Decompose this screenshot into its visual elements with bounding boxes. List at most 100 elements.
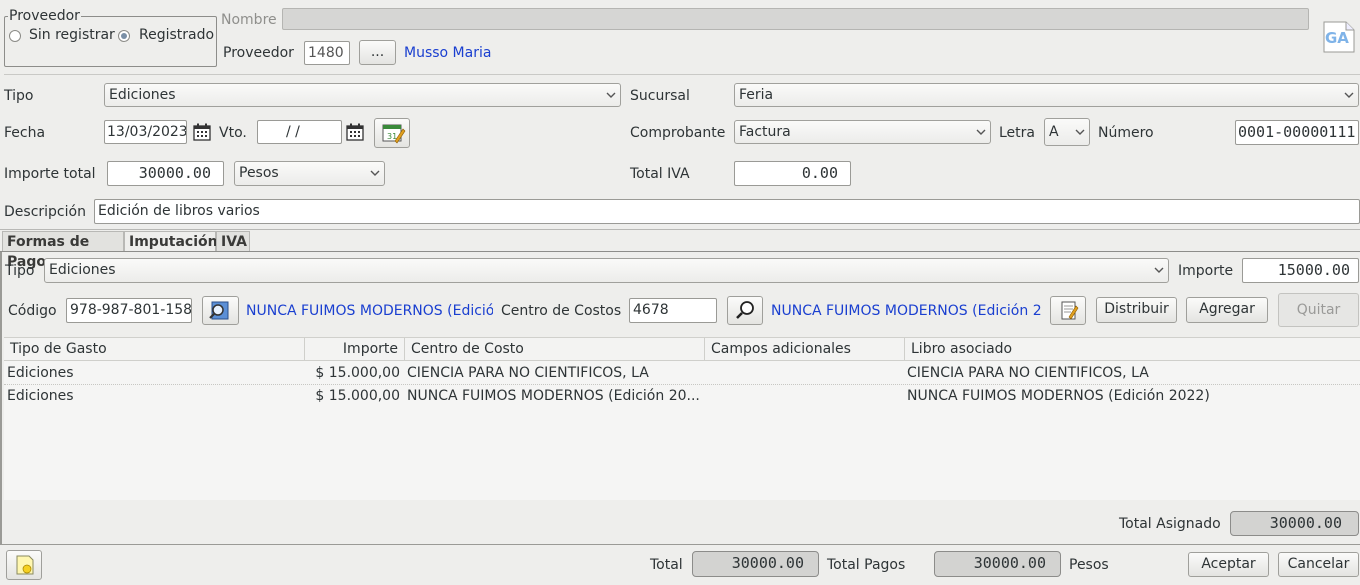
descripcion-field[interactable]: Edición de libros varios [94,199,1360,224]
book-search-icon [209,301,229,320]
aceptar-button[interactable]: Aceptar [1188,552,1269,577]
tipo-combo-value: Ediciones [109,87,176,103]
total-iva-field[interactable]: 0.00 [734,161,851,186]
numero-field[interactable]: 0001-00000111 [1235,120,1359,145]
total-asignado-label: Total Asignado [1119,516,1221,532]
column-header[interactable]: Centro de Costo [405,338,705,361]
cancelar-button[interactable]: Cancelar [1278,552,1359,577]
logo-text: GA [1325,29,1349,47]
sucursal-label: Sucursal [630,88,690,104]
tabs-top-line [0,229,1360,230]
total-pagos-label: Total Pagos [827,557,906,573]
comprobante-combo[interactable]: Factura [734,120,991,144]
tipo-combo[interactable]: Ediciones [104,83,621,107]
cell-importe: $ 15.000,00 [315,365,400,381]
tabs-bottom-line [0,251,1360,252]
centro-costos-label: Centro de Costos [501,303,622,319]
tab-panel-border [0,252,2,544]
tab-iva[interactable]: IVA [216,231,250,252]
imp-importe-label: Importe [1178,263,1234,279]
footer-moneda-label: Pesos [1069,557,1109,573]
letra-label: Letra [999,125,1035,141]
vto-calendar-icon[interactable] [345,122,365,142]
calendar-edit-button[interactable]: 31 [374,118,410,148]
tipo-label: Tipo [4,88,34,104]
imp-tipo-label: Tipo [5,263,35,279]
comprobante-label: Comprobante [630,125,726,141]
proveedor-label: Proveedor [223,45,294,61]
importe-total-field[interactable]: 30000.00 [107,161,224,186]
letra-combo-value: A [1049,124,1059,140]
sucursal-combo[interactable]: Feria [734,83,1359,107]
agregar-button[interactable]: Agregar [1186,297,1268,323]
imp-tipo-combo[interactable]: Ediciones [44,258,1169,283]
column-header[interactable]: Campos adicionales [705,338,905,361]
chevron-down-icon [1344,92,1354,98]
cell-centro: NUNCA FUIMOS MODERNOS (Edición 20... [407,388,700,404]
quitar-button: Quitar [1278,293,1359,327]
chevron-down-icon [1075,129,1085,135]
sucursal-combo-value: Feria [739,87,774,103]
imp-importe-field[interactable]: 15000.00 [1242,258,1359,283]
cell-importe: $ 15.000,00 [315,388,400,404]
table-row[interactable]: Ediciones $ 15.000,00 NUNCA FUIMOS MODER… [4,385,1360,408]
table-row[interactable]: Ediciones $ 15.000,00 CIENCIA PARA NO CI… [4,362,1360,385]
proveedor-group-label: Proveedor [8,7,81,25]
radio-sin-registrar[interactable] [9,30,21,42]
total-asignado-field: 30000.00 [1230,511,1359,536]
cell-libro: NUNCA FUIMOS MODERNOS (Edición 2022) [907,388,1210,404]
vto-field[interactable]: / / [257,120,342,144]
cell-centro: CIENCIA PARA NO CIENTIFICOS, LA [407,365,649,381]
letra-combo[interactable]: A [1044,118,1090,146]
centro-search-button[interactable] [727,296,763,325]
chevron-down-icon [370,170,380,176]
column-header[interactable]: Importe [305,338,405,361]
nombre-label: Nombre [221,12,277,28]
fecha-field[interactable]: 13/03/2023 [104,120,187,144]
radio-registrado[interactable] [118,30,130,42]
tab-formas-de-pago[interactable]: Formas de Pago [2,231,124,270]
importe-total-label: Importe total [4,166,96,182]
nombre-field [282,8,1309,30]
centro-desc-link: NUNCA FUIMOS MODERNOS (Edición 2022) [771,303,1042,319]
total-pagos-field: 30000.00 [934,551,1061,577]
radio-sin-registrar-label[interactable]: Sin registrar [29,26,115,44]
moneda-combo-value: Pesos [239,165,279,181]
sticky-note-icon [16,555,34,575]
distribuir-button[interactable]: Distribuir [1096,297,1177,323]
numero-label: Número [1098,125,1154,141]
codigo-label: Código [8,303,57,319]
codigo-search-button[interactable] [202,296,239,325]
tab-imputacion[interactable]: Imputación [124,231,218,252]
imp-tipo-combo-value: Ediciones [49,262,116,278]
cell-tipo: Ediciones [7,388,74,404]
magnifier-icon [736,301,754,319]
column-header[interactable]: Libro asociado [905,338,1360,361]
proveedor-code-field[interactable]: 1480 [304,41,350,65]
notes-button[interactable] [1050,296,1086,325]
codigo-desc-link: NUNCA FUIMOS MODERNOS (Edición 2022) [246,303,493,319]
document-logo-icon: GA [1321,20,1357,54]
panel-bottom-line [0,544,1360,545]
imputacion-table[interactable]: Tipo de Gasto Importe Centro de Costo Ca… [4,337,1360,500]
proveedor-lookup-button[interactable]: ... [359,40,396,65]
total-iva-label: Total IVA [630,166,690,182]
moneda-combo[interactable]: Pesos [234,161,385,186]
codigo-field[interactable]: 978-987-801-158-5 [66,298,192,323]
centro-costos-field[interactable]: 4678 [629,298,717,323]
column-header[interactable]: Tipo de Gasto [4,338,305,361]
notepad-icon [1061,301,1079,320]
chevron-down-icon [1154,267,1164,273]
chevron-down-icon [976,129,986,135]
calendar-edit-icon: 31 [382,124,406,144]
fecha-calendar-icon[interactable] [192,122,212,142]
total-field: 30000.00 [692,551,819,577]
cell-libro: CIENCIA PARA NO CIENTIFICOS, LA [907,365,1149,381]
chevron-down-icon [606,92,616,98]
cell-tipo: Ediciones [7,365,74,381]
fecha-label: Fecha [4,125,46,141]
vto-label: Vto. [219,125,247,141]
radio-registrado-label[interactable]: Registrado [139,26,214,44]
note-button[interactable] [6,550,42,580]
proveedor-name-link[interactable]: Musso Maria [404,44,491,62]
